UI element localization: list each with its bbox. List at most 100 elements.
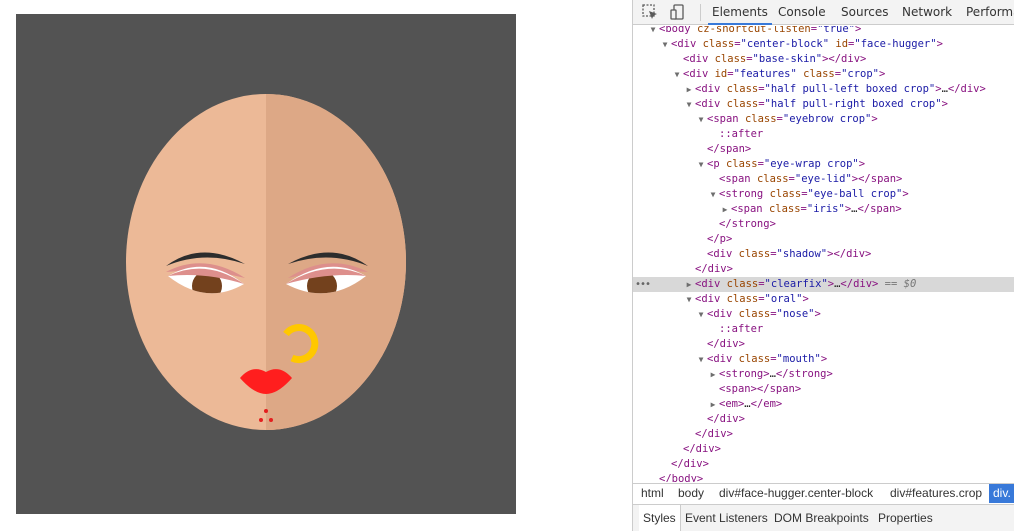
dom-node[interactable]: ▼ <div class="half pull-right boxed crop"… bbox=[633, 97, 1014, 112]
dom-node[interactable]: <div class="shadow"></div> bbox=[633, 247, 1014, 262]
dom-node[interactable]: <span class="eye-lid"></span> bbox=[633, 172, 1014, 187]
collapse-triangle-icon[interactable]: ▶ bbox=[709, 367, 717, 382]
breadcrumb-item[interactable]: div#features.crop bbox=[890, 484, 982, 503]
tab-dom-breakpoints[interactable]: DOM Breakpoints bbox=[774, 505, 869, 531]
expand-triangle-icon[interactable]: ▼ bbox=[697, 157, 705, 172]
dom-node[interactable]: </div> bbox=[633, 412, 1014, 427]
markup-token: "shadow" bbox=[776, 248, 828, 260]
dom-node[interactable]: </div> bbox=[633, 442, 1014, 457]
markup-token: cz-shortcut-listen bbox=[696, 26, 811, 35]
collapse-triangle-icon[interactable]: ▶ bbox=[709, 397, 717, 412]
dom-node[interactable]: <div class="base-skin"></div> bbox=[633, 52, 1014, 67]
dom-node[interactable]: ▼ <div id="features" class="crop"> bbox=[633, 67, 1014, 82]
dom-node[interactable]: ::after bbox=[633, 322, 1014, 337]
markup-token: "eye-lid" bbox=[794, 173, 852, 185]
markup-token: id bbox=[835, 38, 849, 50]
markup-token: class bbox=[726, 83, 759, 95]
markup-token: <strong bbox=[719, 188, 770, 200]
markup-token: class bbox=[803, 68, 835, 80]
tab-network[interactable]: Network bbox=[902, 0, 952, 25]
tab-console[interactable]: Console bbox=[778, 0, 826, 25]
dom-node[interactable]: <span></span> bbox=[633, 382, 1014, 397]
expand-triangle-icon[interactable]: ▼ bbox=[685, 292, 693, 307]
markup-token: </div> bbox=[695, 263, 733, 275]
sidebar-tabs: Styles Event Listeners DOM Breakpoints P… bbox=[633, 504, 1014, 531]
markup-token: class bbox=[769, 188, 802, 200]
expand-triangle-icon[interactable]: ▼ bbox=[649, 26, 657, 37]
expand-triangle-icon[interactable]: ▼ bbox=[697, 307, 705, 322]
markup-token: "mouth" bbox=[776, 353, 821, 365]
dom-node[interactable]: ▼ <body cz-shortcut-listen="true"> bbox=[633, 26, 1014, 37]
expand-triangle-icon[interactable]: ▼ bbox=[697, 352, 705, 367]
breadcrumb-item[interactable]: div#face-hugger.center-block bbox=[719, 484, 873, 503]
dom-node[interactable]: ▼ <div class="nose"> bbox=[633, 307, 1014, 322]
markup-token: "features" bbox=[733, 68, 797, 80]
collapse-triangle-icon[interactable]: ▶ bbox=[685, 82, 693, 97]
collapse-triangle-icon[interactable]: ▶ bbox=[685, 277, 693, 292]
piercing-dot bbox=[264, 409, 268, 413]
markup-token: "eye-ball crop" bbox=[807, 188, 903, 200]
tab-performance[interactable]: Performa bbox=[966, 0, 1014, 25]
markup-token: class bbox=[702, 38, 735, 50]
dom-node-selected[interactable]: ••• ▶ <div class="clearfix">…</div> == $0 bbox=[633, 277, 1014, 292]
dom-node[interactable]: ▶ <em>…</em> bbox=[633, 397, 1014, 412]
expand-triangle-icon[interactable]: ▼ bbox=[673, 67, 681, 82]
markup-token: <div bbox=[707, 248, 739, 260]
expand-triangle-icon[interactable]: ▼ bbox=[685, 97, 693, 112]
tab-event-listeners[interactable]: Event Listeners bbox=[685, 505, 768, 531]
markup-token: </div> bbox=[695, 428, 733, 440]
dom-node-markup: <p class="eye-wrap crop"> bbox=[707, 157, 865, 172]
dom-node[interactable]: ▶ <div class="half pull-left boxed crop">… bbox=[633, 82, 1014, 97]
dom-node-markup: </div> bbox=[695, 262, 733, 277]
markup-token: class bbox=[744, 113, 777, 125]
dom-node[interactable]: </body> bbox=[633, 472, 1014, 482]
markup-token: </div> bbox=[707, 338, 745, 350]
node-menu-dots[interactable]: ••• bbox=[635, 277, 651, 292]
dom-node[interactable]: ▼ <strong class="eye-ball crop"> bbox=[633, 187, 1014, 202]
expand-triangle-icon[interactable]: ▼ bbox=[661, 37, 669, 52]
breadcrumb-item[interactable]: html bbox=[641, 484, 664, 503]
markup-token: class bbox=[714, 53, 747, 65]
dom-node[interactable]: </div> bbox=[633, 427, 1014, 442]
dom-node[interactable]: ▶ <span class="iris">…</span> bbox=[633, 202, 1014, 217]
dom-node[interactable]: </span> bbox=[633, 142, 1014, 157]
markup-token: </div> bbox=[683, 443, 721, 455]
dom-node[interactable]: </p> bbox=[633, 232, 1014, 247]
dom-node[interactable]: </div> bbox=[633, 262, 1014, 277]
tab-properties[interactable]: Properties bbox=[878, 505, 933, 531]
markup-token: <span bbox=[731, 203, 769, 215]
collapse-triangle-icon[interactable]: ▶ bbox=[721, 202, 729, 217]
tab-elements[interactable]: Elements bbox=[708, 0, 772, 25]
dom-node[interactable]: </div> bbox=[633, 337, 1014, 352]
inspect-element-icon[interactable] bbox=[641, 3, 659, 21]
face-right-half bbox=[266, 94, 406, 430]
markup-token: "center-block" bbox=[740, 38, 830, 50]
markup-token: class bbox=[726, 98, 759, 110]
expand-triangle-icon[interactable]: ▼ bbox=[697, 112, 705, 127]
dom-node[interactable]: ▶ <strong>…</strong> bbox=[633, 367, 1014, 382]
dom-node-markup: <body cz-shortcut-listen="true"> bbox=[659, 26, 861, 37]
elements-dom-tree[interactable]: ▼ <body cz-shortcut-listen="true"> ▼ <div c… bbox=[633, 26, 1014, 482]
markup-token: </p> bbox=[707, 233, 733, 245]
markup-token: </em> bbox=[750, 398, 783, 410]
dom-node[interactable]: ▼ <div class="mouth"> bbox=[633, 352, 1014, 367]
markup-token: <span></span> bbox=[719, 383, 802, 395]
markup-token: class bbox=[738, 353, 771, 365]
breadcrumb-item[interactable]: body bbox=[678, 484, 704, 503]
dom-node[interactable]: </div> bbox=[633, 457, 1014, 472]
tab-sources[interactable]: Sources bbox=[841, 0, 888, 25]
dom-node[interactable]: </strong> bbox=[633, 217, 1014, 232]
markup-token: > bbox=[820, 353, 828, 365]
expand-triangle-icon[interactable]: ▼ bbox=[709, 187, 717, 202]
breadcrumb-item-selected[interactable]: div. bbox=[989, 484, 1014, 503]
dom-node[interactable]: ▼ <div class="center-block" id="face-hugg… bbox=[633, 37, 1014, 52]
dom-node[interactable]: ▼ <span class="eyebrow crop"> bbox=[633, 112, 1014, 127]
dom-node[interactable]: ▼ <p class="eye-wrap crop"> bbox=[633, 157, 1014, 172]
dom-node-markup: ::after bbox=[719, 127, 763, 142]
device-toolbar-icon[interactable] bbox=[669, 3, 687, 21]
markup-token: <div bbox=[695, 278, 727, 290]
piercing-dot bbox=[259, 418, 263, 422]
dom-node[interactable]: ▼ <div class="oral"> bbox=[633, 292, 1014, 307]
dom-node[interactable]: ::after bbox=[633, 127, 1014, 142]
tab-styles[interactable]: Styles bbox=[639, 505, 681, 531]
